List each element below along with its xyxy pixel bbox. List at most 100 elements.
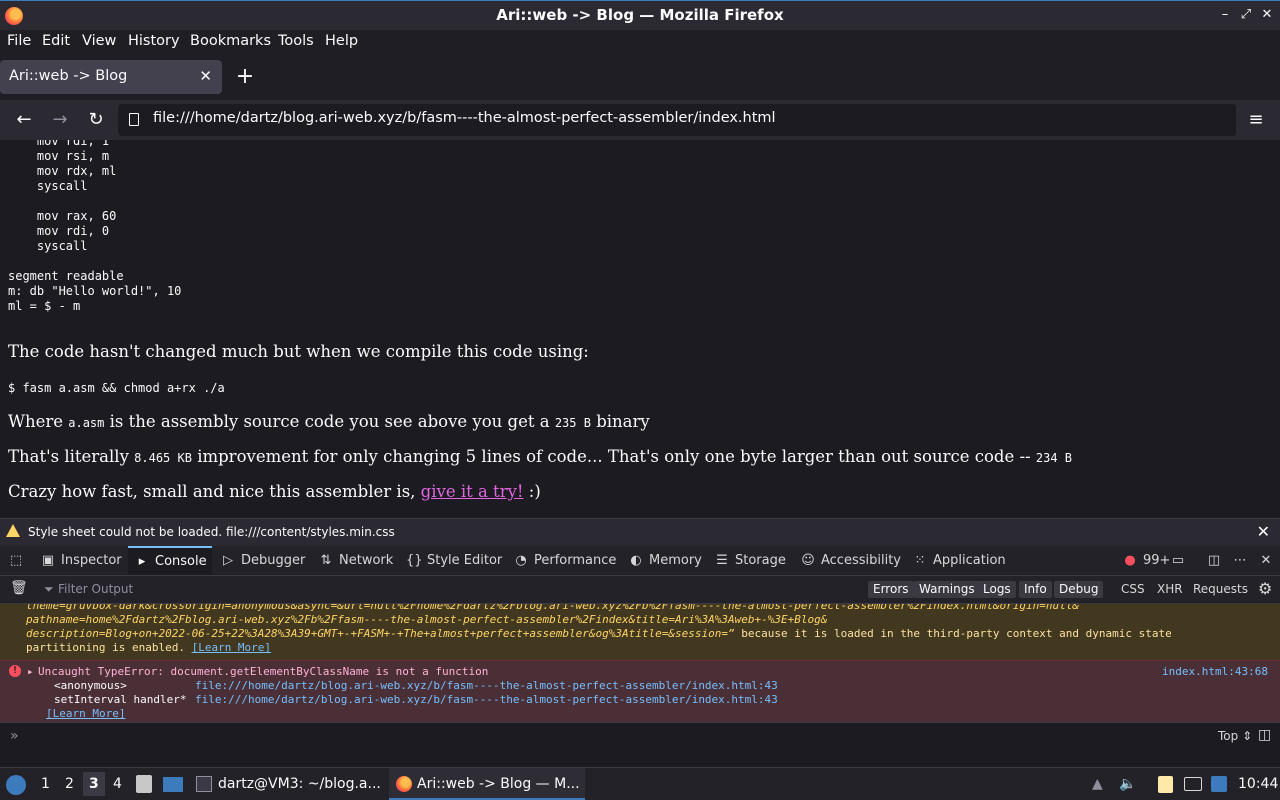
error-circle-icon: ! <box>9 665 21 677</box>
clipboard-icon[interactable] <box>1158 776 1173 793</box>
display-icon[interactable] <box>1184 777 1202 791</box>
workspace-3[interactable]: 3 <box>89 776 99 792</box>
filter-warnings-button[interactable]: Warnings <box>914 581 980 598</box>
stack-frame-link[interactable]: file:///home/dartz/blog.ari-web.xyz/b/fa… <box>195 679 778 693</box>
tab-blog[interactable]: Ari::web -> Blog ✕ <box>0 60 222 94</box>
taskbar-firefox[interactable]: Ari::web -> Blog — M... <box>417 776 580 792</box>
error-location-link[interactable]: index.html:43:68 <box>1162 665 1268 679</box>
filter-css-button[interactable]: CSS <box>1121 582 1145 596</box>
tray-arrow-icon[interactable]: ▲ <box>1092 776 1103 792</box>
tab-application[interactable]: ⁙ Application <box>912 546 1006 575</box>
menu-help[interactable]: Help <box>325 33 358 49</box>
close-tab-icon[interactable]: ✕ <box>199 67 212 85</box>
console-input[interactable]: » Top ⇕ ◫ <box>0 722 1280 767</box>
filter-info-button[interactable]: Info <box>1019 581 1052 598</box>
console-output: theme=gruvbox-dark&crossorigin=anonymous… <box>0 604 1280 722</box>
css-warning-message: Style sheet could not be loaded. file://… <box>28 525 395 539</box>
tab-accessibility[interactable]: ☺ Accessibility <box>800 546 901 575</box>
context-selector[interactable]: Top ⇕ <box>1218 729 1252 743</box>
code-block: mov rdi, 1 mov rsi, m mov rdx, ml syscal… <box>8 140 182 313</box>
restore-icon[interactable]: ⤢ <box>1236 5 1256 25</box>
menu-history[interactable]: History <box>128 33 180 49</box>
dock-side-icon[interactable]: ◫ <box>1206 546 1227 575</box>
workspace-4[interactable]: 4 <box>113 776 122 792</box>
hamburger-menu-icon[interactable]: ≡ <box>1244 108 1268 132</box>
close-devtools-icon[interactable]: ✕ <box>1258 546 1279 575</box>
more-options-icon[interactable]: ⋯ <box>1232 546 1253 575</box>
element-picker-icon[interactable]: ⬚ <box>8 546 26 575</box>
taskbar: 1 2 3 4 dartz@VM3: ~/blog.a... Ari::web … <box>0 767 1280 800</box>
console-icon: ▸ <box>138 554 146 569</box>
tab-memory[interactable]: ◐ Memory <box>628 546 702 575</box>
desktop-icon[interactable] <box>163 777 183 792</box>
paragraph-improvement: That's literally 8.465 KB improvement fo… <box>8 447 1072 466</box>
css-warning-bar: Style sheet could not be loaded. file://… <box>0 518 1280 546</box>
network-status-icon[interactable] <box>1211 776 1227 792</box>
url-bar[interactable]: file:///home/dartz/blog.ari-web.xyz/b/fa… <box>118 104 1236 136</box>
error-text[interactable]: Uncaught TypeError: document.getElementB… <box>38 665 488 679</box>
tab-network[interactable]: ⇅ Network <box>318 546 394 575</box>
close-warning-icon[interactable]: ✕ <box>1257 522 1270 541</box>
application-icon: ⁙ <box>914 553 926 568</box>
error-learn-more-link[interactable]: [Learn More] <box>46 707 125 721</box>
stack-frame-link[interactable]: file:///home/dartz/blog.ari-web.xyz/b/fa… <box>195 693 778 707</box>
error-count-badge[interactable]: ● 99+ <box>1122 546 1170 575</box>
devtools-toolbar: ⬚ ▣ Inspector ▸ Console ▷ Debugger ⇅ Network… <box>0 546 1280 576</box>
taskbar-terminal[interactable]: dartz@VM3: ~/blog.a... <box>218 776 381 792</box>
minimize-icon[interactable]: – <box>1215 5 1235 25</box>
menu-bookmarks[interactable]: Bookmarks <box>190 33 271 49</box>
menu-tools[interactable]: Tools <box>278 33 314 49</box>
warning-triangle-icon <box>6 524 20 537</box>
url-text[interactable]: file:///home/dartz/blog.ari-web.xyz/b/fa… <box>153 110 776 126</box>
filter-errors-button[interactable]: Errors <box>868 581 914 598</box>
filter-output-input[interactable]: Filter Output <box>58 582 133 596</box>
prompt-chevron-icon: » <box>10 728 19 744</box>
terminal-icon <box>196 776 212 792</box>
close-window-icon[interactable]: ✕ <box>1257 5 1277 25</box>
filter-debug-button[interactable]: Debug <box>1054 581 1104 598</box>
back-arrow-icon[interactable]: ← <box>12 108 36 132</box>
tab-performance[interactable]: ◔ Performance <box>513 546 616 575</box>
firefox-taskbar-icon <box>396 776 412 792</box>
clock: 10:44 <box>1238 776 1279 792</box>
filter-logs-button[interactable]: Logs <box>978 581 1016 598</box>
workspace-1[interactable]: 1 <box>41 776 50 792</box>
network-icon: ⇅ <box>320 553 332 568</box>
editor-mode-icon[interactable]: ◫ <box>1258 727 1271 743</box>
error-icon: ● <box>1124 553 1136 568</box>
tab-storage[interactable]: ☰ Storage <box>714 546 786 575</box>
filter-xhr-button[interactable]: XHR <box>1157 582 1183 596</box>
volume-icon[interactable]: 🔈 <box>1119 776 1136 792</box>
filter-icon: ⏷ <box>44 582 54 596</box>
error-expand-icon[interactable]: ▸ <box>27 665 34 679</box>
inspector-icon: ▣ <box>41 553 55 568</box>
menu-file[interactable]: File <box>7 33 31 49</box>
style-editor-icon: {} <box>406 553 423 568</box>
tab-inspector[interactable]: ▣ Inspector <box>40 546 122 575</box>
tab-label: Ari::web -> Blog <box>9 68 128 84</box>
tab-debugger[interactable]: ▷ Debugger <box>220 546 305 575</box>
filter-requests-button[interactable]: Requests <box>1193 582 1248 596</box>
trash-icon[interactable]: 🗑 <box>10 580 28 596</box>
paragraph-compile: The code hasn't changed much but when we… <box>8 342 589 361</box>
console-settings-gear-icon[interactable]: ⚙ <box>1258 579 1272 598</box>
responsive-design-icon[interactable]: ▭ <box>1170 546 1191 575</box>
reload-icon[interactable]: ↻ <box>84 108 108 132</box>
page-content: mov rdi, 1 mov rsi, m mov rdx, ml syscal… <box>0 140 1280 518</box>
workspace-2[interactable]: 2 <box>65 776 74 792</box>
files-icon[interactable] <box>136 775 152 793</box>
menu-edit[interactable]: Edit <box>42 33 70 49</box>
console-error-message: ! ▸ Uncaught TypeError: document.getElem… <box>0 660 1280 722</box>
start-menu-icon[interactable] <box>6 775 26 795</box>
menu-view[interactable]: View <box>82 33 116 49</box>
new-tab-icon[interactable]: + <box>234 65 256 89</box>
console-warning-message: theme=gruvbox-dark&crossorigin=anonymous… <box>0 604 1280 660</box>
give-it-a-try-link[interactable]: give it a try! <box>421 482 524 501</box>
menu-bar: File Edit View History Bookmarks Tools H… <box>0 30 1280 54</box>
tab-console[interactable]: ▸ Console <box>128 546 212 575</box>
warning-learn-more-link[interactable]: [Learn More] <box>192 641 271 654</box>
paragraph-binary-size: Where a.asm is the assembly source code … <box>8 412 650 431</box>
page-icon <box>129 113 139 126</box>
tab-style-editor[interactable]: {} Style Editor <box>406 546 502 575</box>
forward-arrow-icon[interactable]: → <box>48 108 72 132</box>
